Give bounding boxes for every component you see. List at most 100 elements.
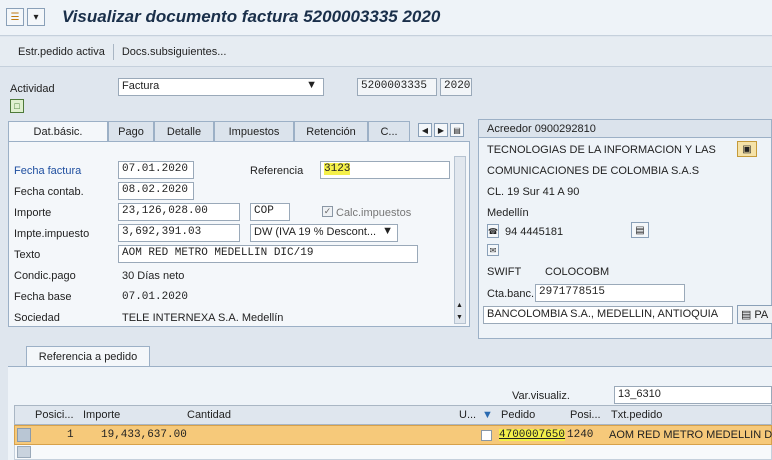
cell-po-text[interactable]: AOM RED METRO MEDELLIN DIC [609, 429, 772, 441]
vendor-phone: 94 4445181 [505, 226, 564, 238]
vendor-street: CL. 19 Sur 41 A 90 [487, 186, 580, 198]
cell-position[interactable]: 1 [67, 429, 74, 441]
actividad-label: Actividad [10, 83, 55, 95]
vendor-name-line2: COMUNICACIONES DE COLOMBIA S.A.S [487, 165, 700, 177]
baseline-date-label: Fecha base [14, 291, 72, 303]
vendor-panel: Acreedor 0900292810 TECNOLOGIAS DE LA IN… [478, 119, 772, 339]
amount-field[interactable]: 23,126,028.00 [118, 203, 240, 221]
vendor-display-icon[interactable]: ▣ [737, 141, 757, 157]
tab-navigation: ◀ ▶ ▤ [418, 123, 464, 137]
cell-amount[interactable]: 19,433,637.00 [101, 429, 187, 441]
layout-variant-label: Var.visualiz. [512, 390, 570, 402]
baseline-date-value: 07.01.2020 [122, 291, 189, 303]
document-overview-icon[interactable]: □ [10, 99, 24, 113]
col-position-header[interactable]: Posici... [35, 409, 74, 421]
actividad-select[interactable]: Factura ▼ [118, 78, 324, 96]
row-selector[interactable] [17, 428, 31, 442]
active-po-structure-button[interactable]: Estr.pedido activa [10, 46, 113, 58]
tax-amount-label: Impte.impuesto [14, 228, 90, 240]
document-number-field[interactable]: 5200003335 [357, 78, 437, 96]
tab-label: Pago [118, 125, 144, 138]
dropdown-icon[interactable]: ▾ [27, 8, 45, 26]
calc-taxes-checkbox[interactable]: ✓ [322, 206, 333, 217]
reference-field[interactable]: 3123 [320, 161, 450, 179]
items-grid-header: Posici... Importe Cantidad U... ▼ Pedido… [14, 405, 772, 425]
application-toolbar: Estr.pedido activa Docs.subsiguientes... [0, 37, 772, 67]
invoice-date-field[interactable]: 07.01.2020 [118, 161, 194, 179]
tab-detail[interactable]: Detalle [154, 121, 214, 141]
row-checkbox[interactable] [481, 430, 492, 441]
col-po-header[interactable]: Pedido [501, 409, 535, 421]
tab-label: Detalle [166, 125, 202, 138]
scroll-down-icon[interactable]: ▼ [456, 314, 463, 321]
menu-icon[interactable]: ☰ [6, 8, 24, 26]
row-selector[interactable] [17, 446, 31, 458]
tab-label: Retención [306, 125, 356, 138]
tax-code-select[interactable]: DW (IVA 19 % Descont... ▼ [250, 224, 398, 242]
swift-value: COLOCOBM [545, 266, 610, 278]
payment-terms-label: Condic.pago [14, 270, 76, 282]
company-label: Sociedad [14, 312, 60, 324]
currency-field[interactable]: COP [250, 203, 290, 221]
tab-label: Referencia a pedido [38, 350, 138, 363]
bank-icon: ▤ [741, 309, 752, 321]
actividad-value: Factura [122, 80, 160, 92]
partner-bank-label: PA [754, 308, 769, 321]
tab-payment[interactable]: Pago [108, 121, 154, 141]
cell-po-item[interactable]: 1240 [567, 429, 593, 441]
bank-account-label: Cta.banc. [487, 288, 535, 300]
table-row[interactable]: 1 19,433,637.00 4700007650 1240 AOM RED … [14, 425, 772, 445]
panel-scrollbar[interactable]: ▲ ▼ [454, 156, 466, 324]
chevron-down-icon: ▼ [382, 225, 393, 237]
col-po-text-header[interactable]: Txt.pedido [611, 409, 662, 421]
page-title: Visualizar documento factura 5200003335 … [62, 7, 441, 26]
tab-prev-icon[interactable]: ◀ [418, 123, 432, 137]
tab-withholding[interactable]: Retención [294, 121, 368, 141]
text-label: Texto [14, 249, 41, 261]
table-row-empty[interactable] [14, 445, 772, 460]
po-number-text: 4700007650 [499, 429, 566, 441]
invoice-date-label: Fecha factura [14, 165, 82, 177]
col-po-item-header[interactable]: Posi... [570, 409, 601, 421]
phone-icon: ☎ [487, 224, 499, 238]
scroll-up-icon[interactable]: ▲ [456, 302, 463, 309]
col-quantity-header[interactable]: Cantidad [187, 409, 231, 421]
title-bar: ☰ ▾ Visualizar documento factura 5200003… [0, 0, 772, 36]
address-icon[interactable]: ▤ [631, 222, 649, 238]
tab-basic-data[interactable]: Dat.básic. [8, 121, 108, 142]
col-amount-header[interactable]: Importe [83, 409, 120, 421]
vendor-city: Medellín [487, 207, 529, 219]
tab-label: C... [380, 125, 398, 138]
text-field[interactable]: AOM RED METRO MEDELLIN DIC/19 [118, 245, 418, 263]
posting-date-label: Fecha contab. [14, 186, 84, 198]
filter-icon[interactable]: ▼ [482, 409, 493, 421]
email-icon[interactable]: ✉ [487, 244, 499, 256]
tab-more[interactable]: C... [368, 121, 410, 141]
tab-po-reference[interactable]: Referencia a pedido [26, 346, 150, 366]
title-icons: ☰ ▾ [6, 8, 45, 26]
vendor-name-line1: TECNOLOGIAS DE LA INFORMACION Y LAS [487, 144, 716, 156]
calc-taxes-label: Calc.impuestos [336, 207, 412, 219]
partner-bank-button[interactable]: ▤ PA [737, 305, 772, 324]
col-unit-header[interactable]: U... [459, 409, 476, 421]
swift-label: SWIFT [487, 266, 522, 278]
posting-date-field[interactable]: 08.02.2020 [118, 182, 194, 200]
tax-amount-field[interactable]: 3,692,391.03 [118, 224, 240, 242]
vendor-title: Acreedor 0900292810 [487, 123, 596, 135]
tab-taxes[interactable]: Impuestos [214, 121, 294, 141]
follow-on-docs-button[interactable]: Docs.subsiguientes... [114, 46, 235, 58]
bank-account-field[interactable]: 2971778515 [535, 284, 685, 302]
chevron-down-icon: ▼ [306, 79, 317, 91]
reference-label: Referencia [250, 165, 304, 177]
layout-variant-field[interactable]: 13_6310 [614, 386, 772, 404]
cell-po-number[interactable]: 4700007650 [499, 429, 566, 441]
tab-label: Impuestos [228, 125, 280, 138]
reference-value: 3123 [324, 163, 351, 175]
fiscal-year-field[interactable]: 2020 [440, 78, 472, 96]
tab-next-icon[interactable]: ▶ [434, 123, 448, 137]
bank-name-field[interactable]: BANCOLOMBIA S.A., MEDELLIN, ANTIOQUIA [483, 306, 733, 324]
tax-code-value: DW (IVA 19 % Descont... [254, 226, 377, 238]
tab-label: Dat.básic. [33, 126, 83, 138]
tab-list-icon[interactable]: ▤ [450, 123, 464, 137]
company-value: TELE INTERNEXA S.A. Medellín [122, 312, 284, 324]
